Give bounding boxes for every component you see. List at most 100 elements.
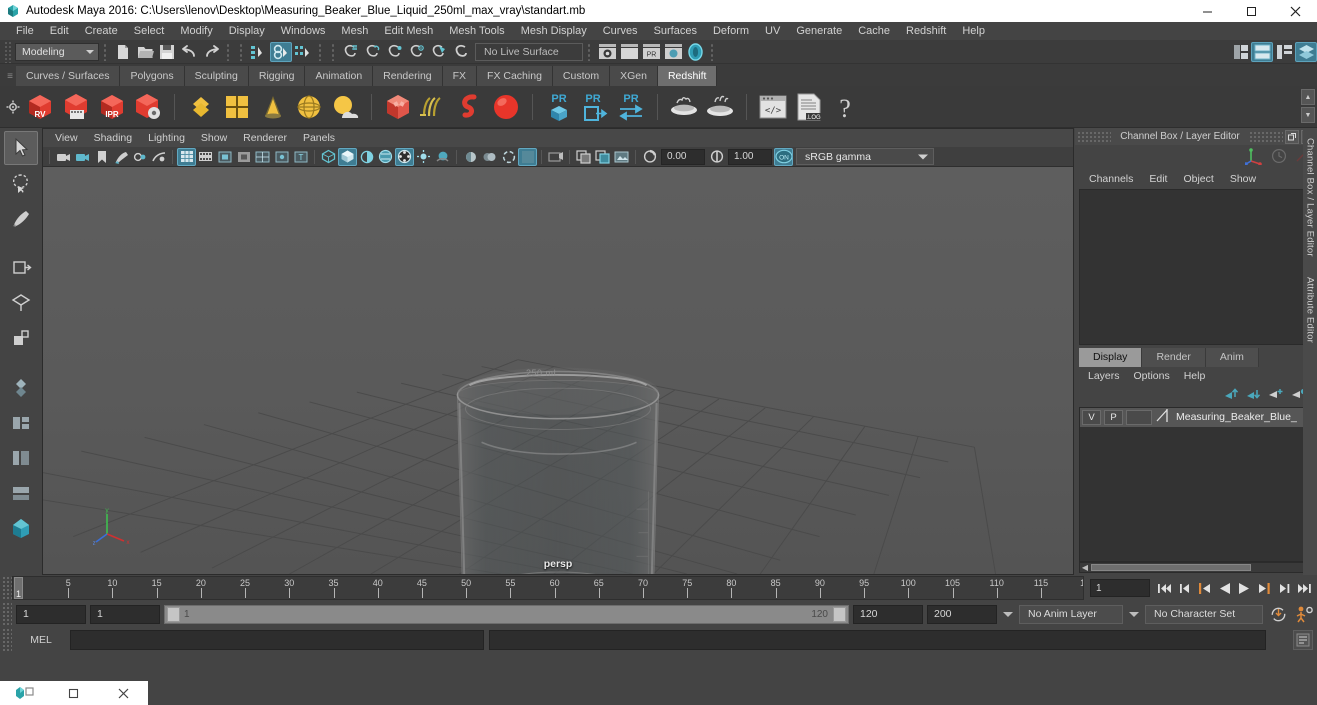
layer-playback-toggle[interactable]: P — [1104, 409, 1123, 425]
isolate-select-icon[interactable] — [499, 148, 518, 166]
multisample-icon[interactable] — [480, 148, 499, 166]
viewport-menu-panels[interactable]: Panels — [295, 129, 343, 147]
menu-item-edit-mesh[interactable]: Edit Mesh — [376, 22, 441, 40]
shelf-tab-rigging[interactable]: Rigging — [248, 66, 306, 86]
gamma-icon[interactable] — [707, 148, 726, 166]
redo-icon[interactable] — [200, 42, 222, 62]
command-input-field[interactable] — [70, 630, 484, 650]
screen-space-ao-icon[interactable] — [433, 148, 452, 166]
exposure-icon[interactable] — [640, 148, 659, 166]
viewport-menu-lighting[interactable]: Lighting — [140, 129, 193, 147]
shelf-grip[interactable]: ≡ — [4, 66, 16, 86]
layer-menu-options[interactable]: Options — [1127, 370, 1177, 382]
redshift-script-icon[interactable]: </> — [755, 88, 791, 126]
redshift-hair-icon[interactable] — [416, 88, 452, 126]
channel-box-menu-object[interactable]: Object — [1175, 173, 1221, 185]
animation-start-time-field[interactable]: 1 — [16, 604, 86, 624]
layer-visibility-toggle[interactable]: V — [1082, 409, 1101, 425]
viewport-menu-show[interactable]: Show — [193, 129, 235, 147]
shaded-wireframe-icon[interactable] — [357, 148, 376, 166]
menu-item-help[interactable]: Help — [954, 22, 993, 40]
persp-graph-layout[interactable] — [4, 441, 38, 475]
new-layer-icon[interactable] — [1268, 387, 1284, 403]
scroll-left-arrow-icon[interactable]: ◀ — [1080, 563, 1090, 572]
layer-color-swatch[interactable] — [1126, 409, 1152, 425]
shelf-tab-sculpting[interactable]: Sculpting — [184, 66, 249, 86]
shelf-tab-fx-caching[interactable]: FX Caching — [477, 66, 553, 86]
grid-icon[interactable] — [177, 147, 196, 166]
go-to-end-icon[interactable] — [1296, 578, 1313, 598]
redshift-render-view-icon[interactable]: RV — [22, 88, 58, 126]
select-by-component-icon[interactable] — [292, 42, 314, 62]
redshift-help-icon[interactable]: ? — [827, 88, 863, 126]
redshift-proxy-icon[interactable] — [380, 88, 416, 126]
xray-joints-icon[interactable] — [546, 148, 565, 166]
menu-item-curves[interactable]: Curves — [595, 22, 646, 40]
shelf-tab-custom[interactable]: Custom — [552, 66, 611, 86]
command-language-label[interactable]: MEL — [17, 634, 65, 646]
menu-item-generate[interactable]: Generate — [788, 22, 850, 40]
save-scene-icon[interactable] — [156, 42, 178, 62]
play-backwards-icon[interactable] — [1216, 578, 1233, 598]
rotate-tool[interactable] — [4, 286, 38, 320]
auto-keyframe-icon[interactable] — [1267, 606, 1289, 623]
viewport-snapshot-icon[interactable] — [612, 148, 631, 166]
channel-box-content[interactable] — [1079, 189, 1313, 345]
menu-item-deform[interactable]: Deform — [705, 22, 757, 40]
make-live-icon[interactable] — [450, 42, 472, 62]
redshift-portal-light-icon[interactable] — [219, 88, 255, 126]
render-view-icon[interactable] — [684, 42, 706, 62]
time-slider-grip[interactable] — [2, 576, 12, 600]
snap-to-view-plane-icon[interactable] — [428, 42, 450, 62]
exposure-field[interactable]: 0.00 — [661, 148, 705, 165]
select-by-object-icon[interactable] — [270, 41, 292, 62]
menu-item-file[interactable]: File — [8, 22, 42, 40]
character-set-field[interactable]: No Character Set — [1145, 604, 1263, 624]
menu-item-create[interactable]: Create — [77, 22, 126, 40]
command-output-field[interactable] — [489, 630, 1266, 650]
snap-to-curve-icon[interactable] — [362, 42, 384, 62]
menu-item-select[interactable]: Select — [126, 22, 173, 40]
layer-list[interactable]: V P Measuring_Beaker_Blue_ — [1079, 406, 1313, 562]
move-layer-up-icon[interactable] — [1224, 387, 1239, 403]
layer-menu-layers[interactable]: Layers — [1081, 370, 1127, 382]
play-forwards-icon[interactable] — [1236, 578, 1253, 598]
current-frame-indicator[interactable]: 1 — [14, 577, 23, 599]
show-hide-tool-settings-icon[interactable] — [1273, 42, 1295, 62]
select-by-hierarchy-icon[interactable] — [248, 42, 270, 62]
redshift-pr-transfer-icon[interactable]: PR — [613, 88, 649, 126]
redshift-volume-icon[interactable] — [452, 88, 488, 126]
tab-anim[interactable]: Anim — [1205, 347, 1259, 367]
side-tab-channel-box[interactable]: Channel Box / Layer Editor — [1305, 128, 1316, 267]
channel-box-menu-channels[interactable]: Channels — [1081, 173, 1141, 185]
3d-viewport[interactable]: 250 mL y x z persp — [43, 167, 1073, 574]
textured-icon[interactable] — [376, 148, 395, 166]
shelf-tab-fx[interactable]: FX — [442, 66, 478, 86]
redshift-physical-sun-icon[interactable] — [327, 88, 363, 126]
resolution-gate-icon[interactable] — [215, 148, 234, 166]
move-layer-down-icon[interactable] — [1246, 387, 1261, 403]
film-gate-icon[interactable] — [196, 148, 215, 166]
select-tool[interactable] — [4, 131, 38, 165]
redshift-log-icon[interactable]: .LOG — [791, 88, 827, 126]
layer-name[interactable]: Measuring_Beaker_Blue_ — [1172, 411, 1297, 423]
viewport-paste-icon[interactable] — [593, 148, 612, 166]
bookmarks-icon[interactable] — [92, 148, 111, 166]
menu-item-surfaces[interactable]: Surfaces — [646, 22, 705, 40]
animation-preferences-icon[interactable] — [1293, 605, 1317, 623]
menu-item-cache[interactable]: Cache — [850, 22, 898, 40]
close-window-icon[interactable] — [99, 681, 148, 705]
camera-attributes-icon[interactable] — [73, 148, 92, 166]
maximize-icon[interactable] — [1229, 0, 1273, 22]
redshift-render-sequence-icon[interactable] — [58, 88, 94, 126]
smooth-shade-icon[interactable] — [338, 147, 357, 166]
open-scene-icon[interactable] — [134, 42, 156, 62]
panel-grip-right[interactable] — [1249, 130, 1283, 143]
script-editor-icon[interactable] — [1293, 630, 1313, 650]
wireframe-icon[interactable] — [319, 148, 338, 166]
panel-grip-left[interactable] — [1077, 130, 1111, 143]
restore-window-icon[interactable] — [49, 681, 98, 705]
menu-item-edit[interactable]: Edit — [42, 22, 77, 40]
shelf-settings-icon[interactable] — [4, 87, 22, 127]
safe-action-icon[interactable] — [272, 148, 291, 166]
